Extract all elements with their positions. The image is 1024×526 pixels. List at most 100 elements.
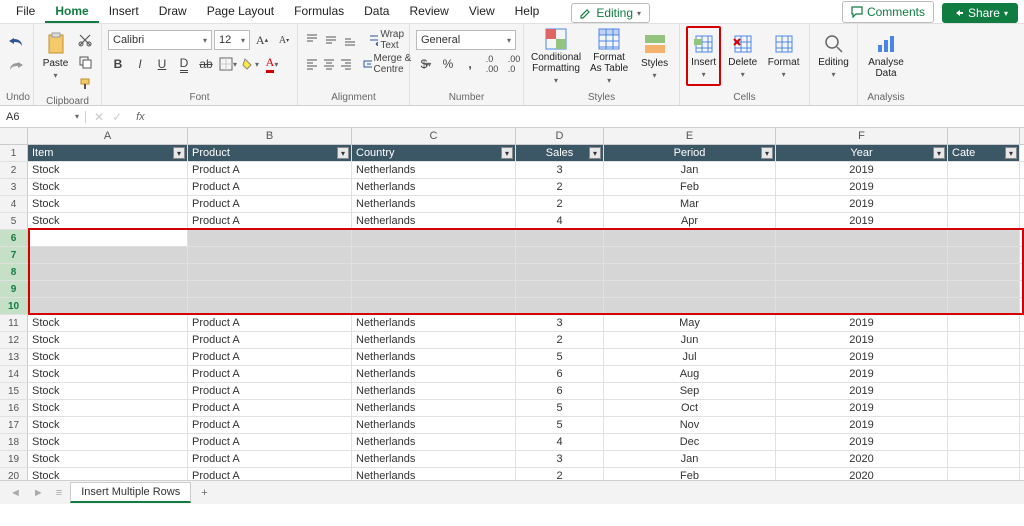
cell[interactable]: Stock [28,196,188,212]
cell[interactable]: Jun [604,332,776,348]
cell[interactable]: 4 [516,213,604,229]
cell[interactable]: Product A [188,451,352,467]
cell[interactable] [948,298,1020,314]
filter-dropdown-icon[interactable]: ▾ [933,147,945,159]
menu-tab-formulas[interactable]: Formulas [284,0,354,23]
cell[interactable]: 2019 [776,349,948,365]
cell[interactable] [188,230,352,246]
cancel-formula-icon[interactable]: ✕ [94,110,104,124]
cell[interactable]: Stock [28,349,188,365]
cell[interactable] [516,247,604,263]
comma-button[interactable]: , [460,54,480,74]
cell[interactable]: 2019 [776,179,948,195]
filter-dropdown-icon[interactable]: ▾ [173,147,185,159]
row-head[interactable]: 3 [0,179,28,195]
cell[interactable]: 6 [516,383,604,399]
col-head[interactable]: B [188,128,352,144]
cell[interactable] [948,162,1020,178]
row-head[interactable]: 11 [0,315,28,331]
decrease-font-button[interactable]: A▾ [274,30,294,50]
cell[interactable]: Jul [604,349,776,365]
menu-tab-review[interactable]: Review [399,0,458,23]
cell[interactable]: Period▾ [604,145,776,161]
cell[interactable]: Stock [28,366,188,382]
row-head[interactable]: 10 [0,298,28,314]
cell[interactable]: 2019 [776,315,948,331]
cell[interactable]: Netherlands [352,196,516,212]
menu-tab-draw[interactable]: Draw [149,0,197,23]
fx-icon[interactable]: fx [130,111,151,123]
cell[interactable] [948,247,1020,263]
redo-button[interactable] [6,56,26,76]
cell[interactable]: Product A [188,434,352,450]
cell[interactable] [352,264,516,280]
cell[interactable] [948,417,1020,433]
cell[interactable]: 5 [516,400,604,416]
cell[interactable]: Stock [28,179,188,195]
cell[interactable]: Product A [188,400,352,416]
row-head[interactable]: 6 [0,230,28,246]
cell[interactable]: Product A [188,417,352,433]
cell[interactable] [604,247,776,263]
cell[interactable]: Product A [188,213,352,229]
cell[interactable] [188,281,352,297]
cell[interactable] [604,298,776,314]
cell[interactable] [352,298,516,314]
cell[interactable]: May [604,315,776,331]
cell[interactable]: Mar [604,196,776,212]
col-head[interactable] [948,128,1020,144]
decrease-decimal-button[interactable]: .00.0 [504,54,524,74]
cell[interactable] [352,247,516,263]
cell[interactable]: Product A [188,179,352,195]
cell[interactable]: Stock [28,383,188,399]
cell[interactable]: Apr [604,213,776,229]
cell[interactable] [516,281,604,297]
cell[interactable] [948,400,1020,416]
menu-tab-page-layout[interactable]: Page Layout [197,0,284,23]
cell[interactable]: 4 [516,434,604,450]
format-cells-button[interactable]: Format▾ [764,26,803,86]
menu-tab-file[interactable]: File [6,0,45,23]
cell[interactable] [948,179,1020,195]
font-name-dropdown[interactable]: Calibri▾ [108,30,212,50]
row-head[interactable]: 14 [0,366,28,382]
cell[interactable] [28,247,188,263]
editing-group-button[interactable]: Editing▾ [816,26,851,86]
align-left-button[interactable] [304,54,319,74]
editing-mode-dropdown[interactable]: Editing ▾ [571,3,650,23]
cell[interactable] [28,264,188,280]
cell[interactable]: 2 [516,332,604,348]
cell[interactable]: Stock [28,434,188,450]
cell[interactable]: Dec [604,434,776,450]
currency-button[interactable]: $▾ [416,54,436,74]
cell[interactable] [948,281,1020,297]
cell[interactable] [776,247,948,263]
row-head[interactable]: 7 [0,247,28,263]
cell[interactable]: Country▾ [352,145,516,161]
cell[interactable] [516,230,604,246]
sheet-list-icon[interactable]: ≡ [52,487,66,499]
cell[interactable]: Jan [604,451,776,467]
row-head[interactable]: 4 [0,196,28,212]
analyse-data-button[interactable]: Analyse Data [864,26,908,86]
filter-dropdown-icon[interactable]: ▾ [1005,147,1017,159]
cell[interactable] [948,366,1020,382]
cell[interactable]: Netherlands [352,400,516,416]
cut-button[interactable] [75,30,95,50]
cell[interactable]: Netherlands [352,332,516,348]
cell[interactable]: Stock [28,332,188,348]
cell[interactable]: Product▾ [188,145,352,161]
cell[interactable] [948,434,1020,450]
copy-button[interactable] [75,52,95,72]
cell[interactable] [516,264,604,280]
cell[interactable]: 6 [516,366,604,382]
fill-color-button[interactable]: ▾ [240,54,260,74]
cell[interactable]: Netherlands [352,349,516,365]
cell[interactable] [948,230,1020,246]
select-all-corner[interactable] [0,128,28,144]
sheet-nav-prev[interactable]: ◄ [6,487,25,499]
double-underline-button[interactable]: D [174,54,194,74]
sheet-nav-next[interactable]: ► [29,487,48,499]
cell[interactable]: Product A [188,366,352,382]
cell[interactable] [604,281,776,297]
